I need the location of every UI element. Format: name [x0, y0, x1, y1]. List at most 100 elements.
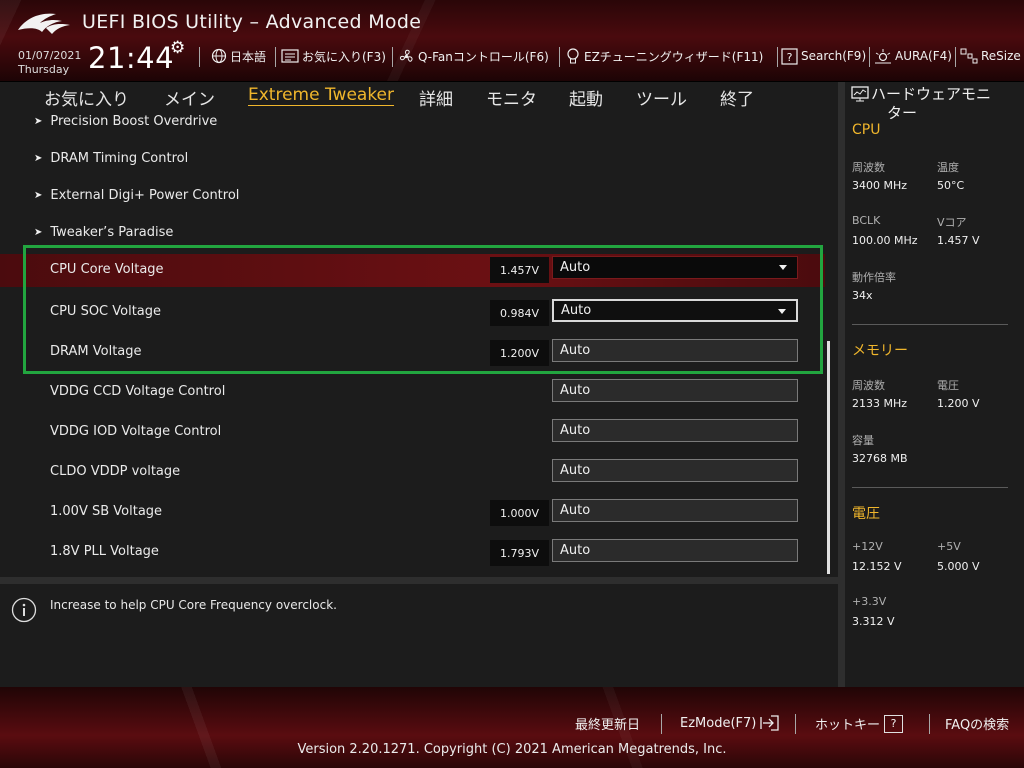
tab-favorites[interactable]: お気に入り [44, 85, 129, 110]
main-tab-bar: お気に入り メイン Extreme Tweaker 詳細 モニタ 起動 ツール … [0, 82, 838, 112]
chevron-right-icon: ➤ [34, 227, 43, 238]
clock-settings-gear-icon[interactable]: ⚙ [170, 38, 185, 58]
list-scrollbar[interactable] [827, 341, 830, 574]
setting-row-vddg-ccd-voltage-control[interactable]: VDDG CCD Voltage Control Auto [0, 373, 825, 413]
current-voltage-readout: 1.200V [490, 340, 549, 366]
chevron-right-icon: ➤ [34, 153, 43, 164]
search-button[interactable]: ? Search(F9) [781, 46, 866, 66]
panel-divider [838, 82, 845, 687]
ratio-value: 34x [852, 289, 873, 302]
vddg-ccd-voltage-input[interactable]: Auto [552, 379, 798, 402]
sb-voltage-input[interactable]: Auto [552, 499, 798, 522]
help-description: Increase to help CPU Core Frequency over… [50, 598, 337, 612]
input-value: Auto [560, 503, 591, 518]
section-divider [852, 324, 1008, 325]
cpu-temp-value: 50°C [937, 179, 965, 192]
chevron-right-icon: ➤ [34, 190, 43, 201]
tab-advanced[interactable]: 詳細 [419, 85, 453, 110]
cpu-freq-label: 周波数 [852, 161, 885, 174]
mem-volt-value: 1.200 V [937, 397, 980, 410]
tab-tool[interactable]: ツール [636, 85, 687, 110]
setting-row-cpu-soc-voltage[interactable]: CPU SOC Voltage 0.984V Auto [0, 293, 825, 333]
setting-row-1-8v-pll-voltage[interactable]: 1.8V PLL Voltage 1.793V Auto [0, 533, 825, 573]
cldo-vddp-voltage-input[interactable]: Auto [552, 459, 798, 482]
setting-row-vddg-iod-voltage-control[interactable]: VDDG IOD Voltage Control Auto [0, 413, 825, 453]
toolbar-divider [559, 47, 560, 67]
tab-monitor[interactable]: モニタ [486, 85, 537, 110]
dropdown-arrow-icon [778, 309, 786, 314]
help-box-icon: ? [884, 714, 904, 733]
submenu-label: Precision Boost Overdrive [50, 114, 218, 129]
submenu-label: Tweaker’s Paradise [50, 225, 174, 240]
mem-capacity-label: 容量 [852, 434, 874, 447]
submenu-tweakers-paradise[interactable]: ➤ Tweaker’s Paradise [34, 225, 173, 240]
ez-tuning-wizard-button[interactable]: EZチューニングウィザード(F11) [565, 46, 763, 66]
hardware-monitor-panel: ハードウェアモニ ター CPU 周波数 温度 3400 MHz 50°C BCL… [845, 82, 1024, 687]
setting-label: CPU SOC Voltage [50, 304, 162, 319]
qfan-control-button[interactable]: Q-Fanコントロール(F6) [398, 46, 549, 66]
language-button[interactable]: 日本語 [211, 46, 266, 66]
submenu-label: DRAM Timing Control [50, 151, 189, 166]
hardware-monitor-title: ハードウェアモニ ター [851, 85, 1021, 123]
ezmode-button[interactable]: EzMode(F7) [680, 714, 781, 732]
resize-button[interactable]: ReSize [960, 46, 1021, 66]
input-value: Auto [560, 383, 591, 398]
setting-row-dram-voltage[interactable]: DRAM Voltage 1.200V Auto [0, 333, 825, 373]
mem-volt-label: 電圧 [937, 379, 959, 392]
submenu-precision-boost-overdrive[interactable]: ➤ Precision Boost Overdrive [34, 114, 217, 129]
setting-row-1v-sb-voltage[interactable]: 1.00V SB Voltage 1.000V Auto [0, 493, 825, 533]
toolbar-divider [392, 47, 393, 67]
setting-label: 1.00V SB Voltage [50, 504, 163, 519]
setting-row-cpu-core-voltage[interactable]: CPU Core Voltage 1.457V Auto [0, 254, 825, 287]
setting-row-cldo-vddp-voltage[interactable]: CLDO VDDP voltage Auto [0, 453, 825, 493]
cpu-soc-voltage-select[interactable]: Auto [552, 299, 798, 322]
hotkeys-button[interactable]: ホットキー ? [815, 714, 904, 733]
favorites-icon [281, 49, 299, 63]
last-modified-button[interactable]: 最終更新日 [575, 714, 640, 733]
title-line2: ター [887, 104, 918, 122]
submenu-external-digi-power-control[interactable]: ➤ External Digi+ Power Control [34, 188, 239, 203]
v5-label: +5V [937, 540, 961, 553]
section-divider [852, 487, 1008, 488]
memory-section-heading: メモリー [852, 343, 908, 359]
ez-tuning-wizard-label: EZチューニングウィザード(F11) [584, 49, 764, 64]
bclk-value: 100.00 MHz [852, 234, 918, 247]
help-box-icon: ? [781, 47, 798, 65]
v12-label: +12V [852, 540, 883, 553]
pll-voltage-input[interactable]: Auto [552, 539, 798, 562]
favorites-f3-label: お気に入り(F3) [302, 49, 386, 64]
v12-value: 12.152 V [852, 560, 902, 573]
input-value: Auto [560, 423, 591, 438]
tab-extreme-tweaker[interactable]: Extreme Tweaker [248, 85, 394, 105]
exit-arrow-icon [760, 715, 780, 731]
cpu-freq-value: 3400 MHz [852, 179, 908, 192]
v33-value: 3.312 V [852, 615, 895, 628]
dram-voltage-input[interactable]: Auto [552, 339, 798, 362]
faq-search-button[interactable]: FAQの検索 [945, 714, 1009, 733]
tab-exit[interactable]: 終了 [720, 85, 754, 110]
faq-search-label: FAQの検索 [945, 718, 1010, 733]
help-pane: Increase to help CPU Core Frequency over… [0, 577, 838, 687]
app-title: UEFI BIOS Utility – Advanced Mode [82, 11, 422, 33]
toolbar-divider [199, 47, 200, 67]
date-display: 01/07/2021 Thursday [18, 49, 81, 77]
mem-capacity-value: 32768 MB [852, 452, 908, 465]
submenu-dram-timing-control[interactable]: ➤ DRAM Timing Control [34, 151, 188, 166]
setting-label: VDDG CCD Voltage Control [50, 384, 226, 399]
qfan-control-label: Q-Fanコントロール(F6) [418, 49, 549, 64]
v5-value: 5.000 V [937, 560, 980, 573]
current-voltage-readout: 0.984V [490, 300, 549, 326]
settings-list: ➤ Precision Boost Overdrive ➤ DRAM Timin… [0, 112, 838, 577]
vddg-iod-voltage-input[interactable]: Auto [552, 419, 798, 442]
setting-label: VDDG IOD Voltage Control [50, 424, 222, 439]
setting-label: DRAM Voltage [50, 344, 142, 359]
input-value: Auto [560, 343, 591, 358]
favorites-f3-button[interactable]: お気に入り(F3) [281, 46, 386, 66]
tab-main[interactable]: メイン [164, 85, 215, 110]
setting-label: 1.8V PLL Voltage [50, 544, 159, 559]
weekday-text: Thursday [18, 63, 70, 76]
tab-boot[interactable]: 起動 [569, 85, 603, 110]
aura-button[interactable]: AURA(F4) [874, 46, 952, 66]
cpu-core-voltage-select[interactable]: Auto [552, 256, 798, 279]
cpu-section-heading: CPU [852, 122, 881, 138]
